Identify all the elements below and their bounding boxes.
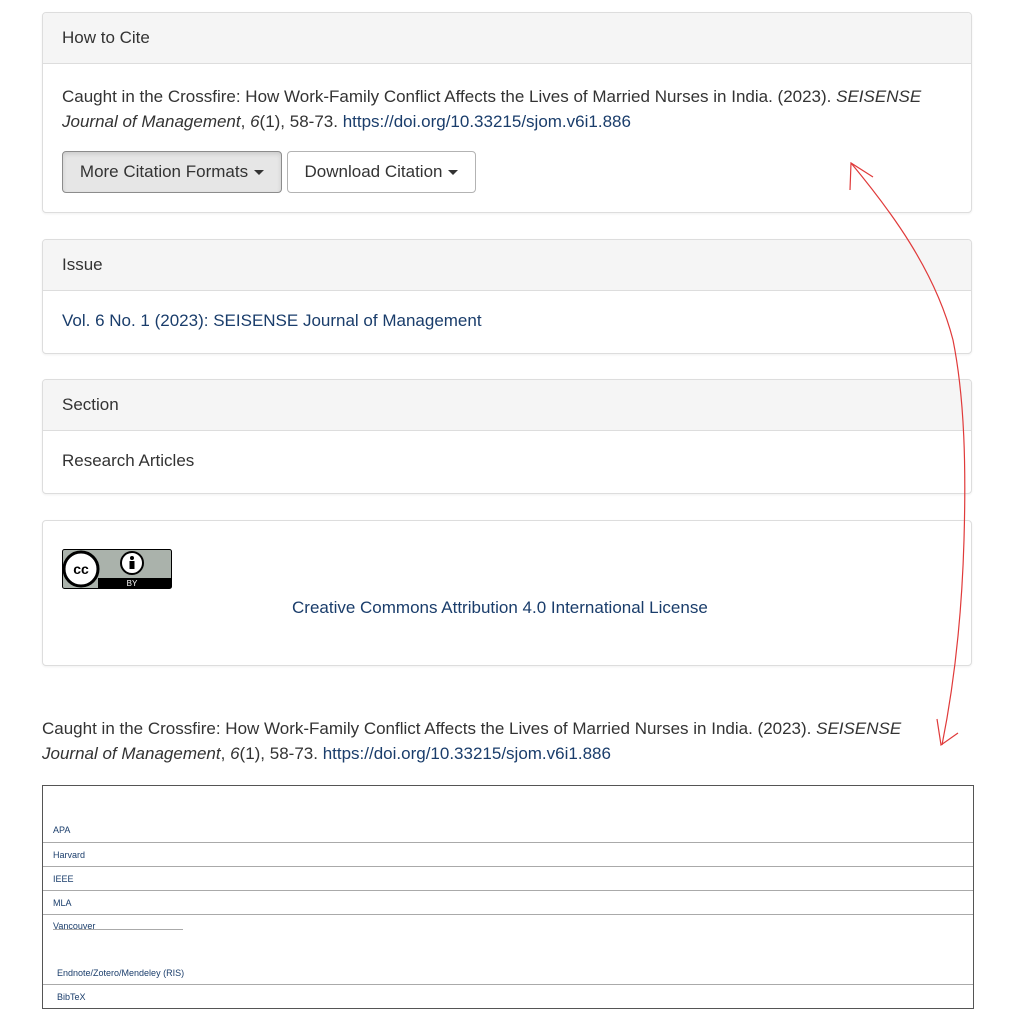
more-citation-formats-button[interactable]: More Citation Formats [62,151,282,193]
issue-body: Vol. 6 No. 1 (2023): SEISENSE Journal of… [43,291,971,331]
citation-doi-link[interactable]: https://doi.org/10.33215/sjom.v6i1.886 [343,112,631,131]
format-link-harvard[interactable]: Harvard [53,850,85,860]
expanded-citation-volume: 6 [230,744,240,763]
expanded-citation-text: Caught in the Crossfire: How Work-Family… [42,716,942,766]
download-link-bibtex[interactable]: BibTeX [57,992,86,1002]
how-to-cite-panel: How to Cite Caught in the Crossfire: How… [42,12,972,213]
citation-formats-list: APA Harvard IEEE MLA Vancouver Endnote/Z… [42,785,974,1009]
download-item-ris: Endnote/Zotero/Mendeley (RIS) [43,961,973,985]
caret-down-icon [254,170,265,176]
citation-text: Caught in the Crossfire: How Work-Family… [62,84,952,134]
expanded-citation-separator: , [220,744,231,763]
format-link-apa[interactable]: APA [53,825,70,835]
expanded-citation-doi-link[interactable]: https://doi.org/10.33215/sjom.v6i1.886 [323,744,611,763]
how-to-cite-heading: How to Cite [43,13,971,64]
format-item-ieee: IEEE [43,867,973,891]
format-item-harvard: Harvard [43,843,973,867]
cc-by-icon: BY cc [62,549,172,589]
download-citation-label: Download Citation [304,162,443,181]
caret-down-icon [448,170,459,176]
section-panel: Section Research Articles [42,379,972,494]
issue-panel: Issue Vol. 6 No. 1 (2023): SEISENSE Jour… [42,239,972,354]
download-link-ris[interactable]: Endnote/Zotero/Mendeley (RIS) [57,968,184,978]
section-value: Research Articles [62,451,195,470]
cc-by-text: BY [127,579,138,588]
expanded-citation-title-text: Caught in the Crossfire: How Work-Family… [42,719,817,738]
issue-heading: Issue [43,240,971,291]
expanded-citation-issue-pages: (1), 58-73. [239,744,323,763]
citation-title-text: Caught in the Crossfire: How Work-Family… [62,87,837,106]
download-item-bibtex: BibTeX [43,985,973,1009]
format-item-mla: MLA [43,891,973,915]
format-item-apa: APA [43,818,973,843]
citation-volume: 6 [250,112,260,131]
section-heading: Section [43,380,971,431]
license-link[interactable]: Creative Commons Attribution 4.0 Interna… [292,598,708,618]
vancouver-divider [53,929,183,930]
how-to-cite-body: Caught in the Crossfire: How Work-Family… [43,84,971,134]
format-link-ieee[interactable]: IEEE [53,874,74,884]
more-citation-formats-label: More Citation Formats [79,162,249,181]
issue-link[interactable]: Vol. 6 No. 1 (2023): SEISENSE Journal of… [62,311,482,330]
citation-separator: , [240,112,251,131]
citation-issue-pages: (1), 58-73. [259,112,343,131]
format-link-mla[interactable]: MLA [53,898,72,908]
cc-by-license-badge[interactable]: BY cc [62,549,172,594]
cc-text: cc [73,561,89,577]
download-citation-button[interactable]: Download Citation [287,151,476,193]
license-panel: BY cc Creative Commons Attribution 4.0 I… [42,520,972,666]
